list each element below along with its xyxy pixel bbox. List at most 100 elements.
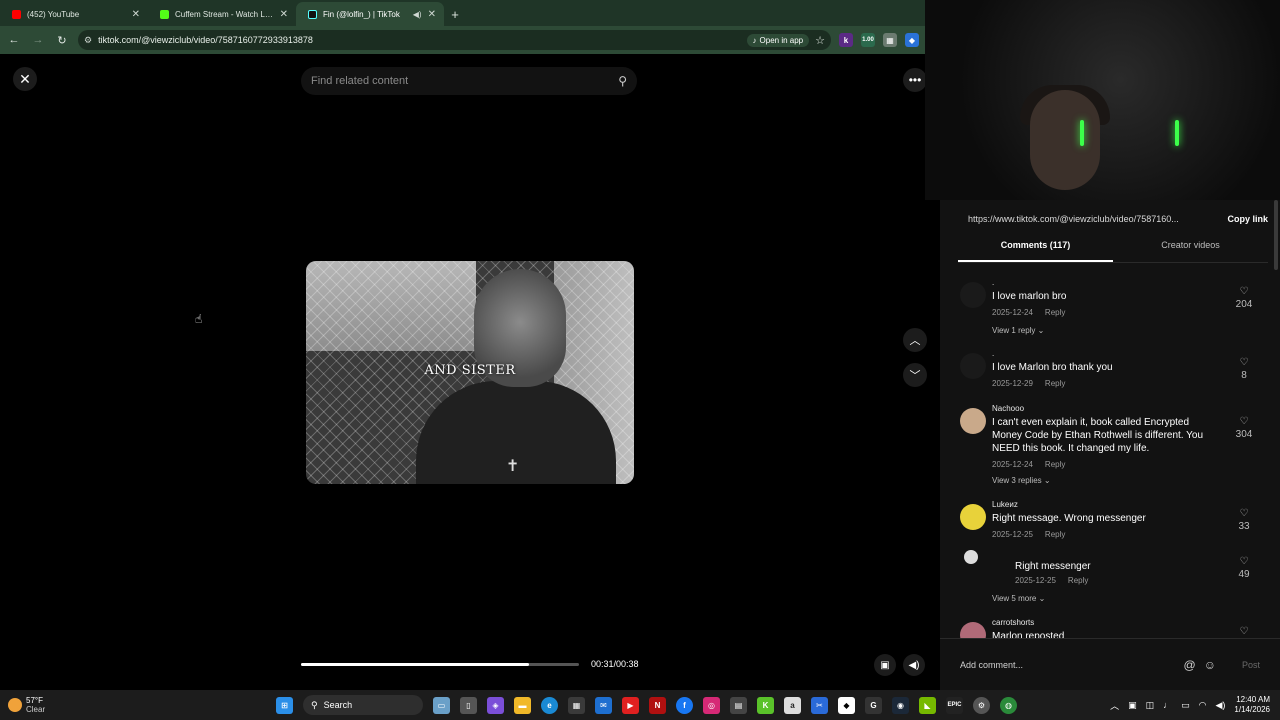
avatar[interactable]	[960, 408, 986, 434]
like-button[interactable]: ♡ 8	[1232, 357, 1256, 381]
display-icon[interactable]: ▭	[1181, 700, 1190, 711]
tray-camera-icon[interactable]: ◫	[1146, 700, 1155, 711]
volume-button[interactable]: ◀)	[903, 654, 925, 676]
avatar[interactable]	[960, 504, 986, 530]
start-icon[interactable]: ⊞	[276, 696, 293, 714]
chrome-icon[interactable]: ◍	[1000, 696, 1017, 714]
speaker-icon[interactable]: ◀)	[413, 10, 422, 19]
chevron-down-icon: ⌄	[1038, 594, 1046, 603]
miniplayer-button[interactable]: ▣	[874, 654, 896, 676]
media-icon[interactable]: ▤	[730, 696, 747, 714]
bookmark-star-icon[interactable]: ☆	[815, 34, 825, 47]
volume-icon[interactable]: ◀)	[1215, 700, 1225, 711]
chevron-up-icon[interactable]: ︿	[1110, 699, 1119, 712]
copilot-icon[interactable]: ◈	[487, 696, 504, 714]
view-more-button[interactable]: View 5 more ⌄	[992, 594, 1045, 603]
youtube-icon[interactable]: ▶	[622, 696, 639, 714]
snipping-icon[interactable]: ✂	[811, 696, 828, 714]
store-icon[interactable]: ▦	[568, 696, 585, 714]
tab-comments[interactable]: Comments (117)	[958, 240, 1113, 262]
forward-button[interactable]: →	[30, 32, 46, 48]
like-button[interactable]: ♡ 304	[1232, 416, 1256, 440]
clock[interactable]: 12:40 AM 1/14/2026	[1234, 695, 1270, 715]
close-tab-icon[interactable]: ✕	[132, 9, 140, 20]
taskbar-search[interactable]: ⚲ Search	[303, 695, 423, 715]
open-in-app-button[interactable]: ♪ Open in app	[746, 33, 810, 47]
reload-button[interactable]: ↻	[54, 32, 70, 48]
edge-icon[interactable]: e	[541, 696, 558, 714]
site-info-icon[interactable]: ⚙	[84, 35, 92, 46]
extension-k-icon[interactable]: k	[839, 33, 853, 47]
reply-button[interactable]: Reply	[1045, 308, 1065, 317]
instagram-icon[interactable]: ◎	[703, 696, 720, 714]
comment-list: . I love marlon bro 2025-12-24 Reply View…	[940, 274, 1270, 646]
panel-scrollbar[interactable]	[1274, 200, 1278, 270]
like-button[interactable]: ♡ 33	[1232, 508, 1256, 532]
weather-widget[interactable]: 57°F Clear	[8, 696, 268, 714]
tray-app-icon[interactable]: ▣	[1128, 700, 1137, 711]
facebook-icon[interactable]: f	[676, 696, 693, 714]
reply-button[interactable]: Reply	[1045, 460, 1065, 469]
previous-video-button[interactable]: ︿	[903, 328, 927, 352]
more-options-button[interactable]: •••	[903, 68, 927, 92]
g-icon[interactable]: G	[865, 696, 882, 714]
microphone-icon[interactable]: ♩	[1163, 700, 1172, 710]
close-tab-icon[interactable]: ✕	[428, 9, 436, 20]
netflix-icon[interactable]: N	[649, 696, 666, 714]
epic-games-icon[interactable]: EPIC	[946, 696, 963, 714]
wifi-icon[interactable]: ◠	[1199, 700, 1207, 711]
tab-tiktok[interactable]: Fin (@lolfin_) | TikTok ◀) ✕	[296, 2, 444, 26]
file-explorer-icon[interactable]: ▬	[514, 696, 531, 714]
comment-meta: 2025-12-25 Reply	[1015, 576, 1088, 585]
avatar[interactable]	[960, 353, 986, 379]
add-comment-input[interactable]: Add comment...	[960, 660, 1176, 670]
extension-counter-icon[interactable]: 1.00	[861, 33, 875, 47]
address-bar[interactable]: ⚙ tiktok.com/@viewziclub/video/758716077…	[78, 30, 831, 50]
new-tab-button[interactable]: +	[444, 2, 466, 26]
back-button[interactable]: ←	[6, 32, 22, 48]
comment-author[interactable]: Nachooo	[992, 404, 1024, 413]
avatar[interactable]	[960, 282, 986, 308]
comment-date: 2025-12-24	[992, 460, 1033, 469]
settings-icon[interactable]: ⚙	[973, 696, 990, 714]
reply-button[interactable]: Reply	[1045, 530, 1065, 539]
like-button[interactable]: ♡ 49	[1232, 556, 1256, 580]
task-view-icon[interactable]: ▭	[433, 696, 450, 714]
close-viewer-button[interactable]: ✕	[13, 67, 37, 91]
terminal-icon[interactable]: ▯	[460, 696, 477, 714]
tab-kick[interactable]: Cuffem Stream - Watch Live on ✕	[148, 2, 296, 26]
like-button[interactable]: ♡ 204	[1232, 286, 1256, 310]
video-player[interactable]: ✝ AND SISTER	[306, 261, 634, 484]
outlook-icon[interactable]: ✉	[595, 696, 612, 714]
next-video-button[interactable]: ﹀	[903, 363, 927, 387]
search-icon[interactable]: ⚲	[618, 74, 627, 88]
extension-shield-icon[interactable]: ◆	[905, 33, 919, 47]
nvidia-icon[interactable]: ◣	[919, 696, 936, 714]
comment-author[interactable]: carrotshorts	[992, 618, 1034, 627]
tab-youtube[interactable]: (452) YouTube ✕	[0, 2, 148, 26]
emoji-icon[interactable]: ☺	[1204, 658, 1216, 672]
avatar[interactable]	[964, 550, 978, 564]
reply-button[interactable]: Reply	[1045, 379, 1065, 388]
mention-icon[interactable]: @	[1184, 658, 1196, 672]
comment-author[interactable]: .	[992, 278, 994, 287]
close-tab-icon[interactable]: ✕	[280, 9, 288, 20]
view-replies-button[interactable]: View 1 reply ⌄	[992, 326, 1044, 335]
related-search-bar[interactable]: Find related content ⚲	[301, 67, 637, 95]
like-button[interactable]: ♡	[1232, 626, 1256, 637]
comment-text: I love Marlon bro thank you	[992, 362, 1113, 373]
post-button[interactable]: Post	[1242, 660, 1260, 670]
video-progress-bar[interactable]	[301, 663, 579, 666]
video-viewer: ✕ Find related content ⚲ ••• ☝ ✝ AND SIS…	[0, 54, 940, 690]
comment-author[interactable]: .	[992, 349, 994, 358]
comment-author[interactable]: Lukeиz	[992, 500, 1018, 509]
steam-icon[interactable]: ◉	[892, 696, 909, 714]
amazon-icon[interactable]: a	[784, 696, 801, 714]
view-replies-button[interactable]: View 3 replies ⌄	[992, 476, 1051, 485]
kick-icon[interactable]: K	[757, 696, 774, 714]
tab-creator-videos[interactable]: Creator videos	[1113, 240, 1268, 262]
reply-button[interactable]: Reply	[1068, 576, 1088, 585]
roblox-icon[interactable]: ◆	[838, 696, 855, 714]
extension-puzzle-icon[interactable]: ▦	[883, 33, 897, 47]
copy-link-button[interactable]: Copy link	[1227, 214, 1268, 224]
